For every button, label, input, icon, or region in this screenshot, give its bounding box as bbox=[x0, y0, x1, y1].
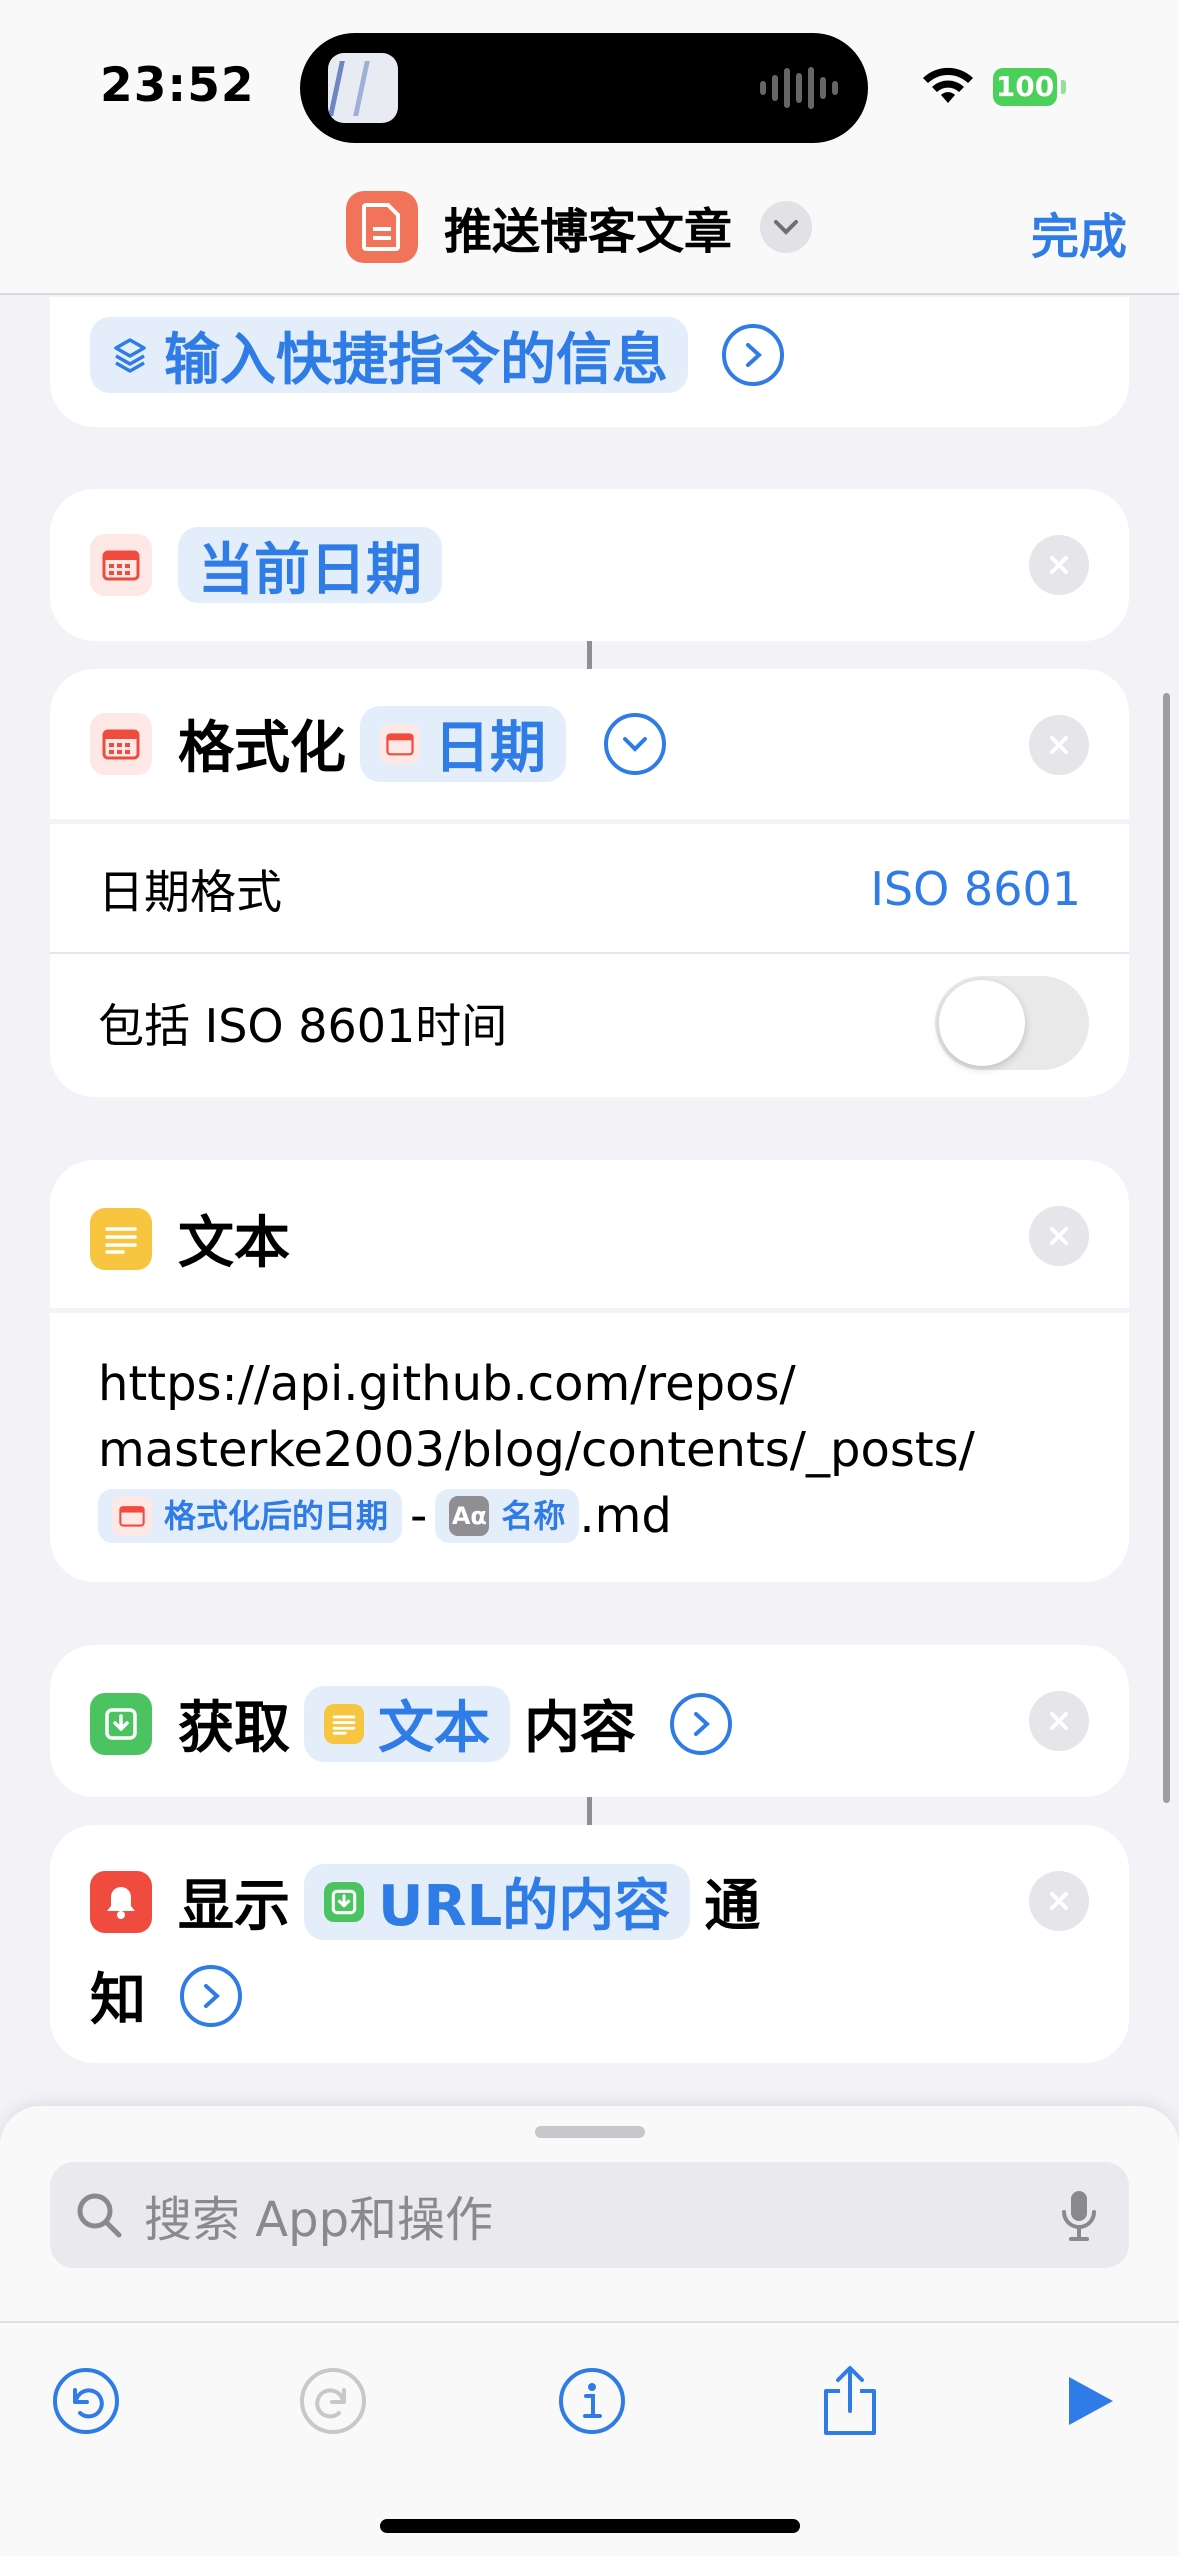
share-icon[interactable] bbox=[810, 2361, 890, 2441]
text-icon bbox=[324, 1703, 364, 1744]
current-date-token[interactable]: 当前日期 bbox=[178, 527, 442, 603]
text-line-3: 格式化后的日期 - Aα 名称 .md bbox=[98, 1483, 1081, 1549]
chevron-right-icon[interactable] bbox=[722, 324, 784, 386]
chevron-down-icon[interactable] bbox=[760, 201, 813, 253]
text-token[interactable]: 文本 bbox=[304, 1685, 510, 1762]
wifi-icon bbox=[923, 67, 973, 103]
text-action-card[interactable]: 文本 https://api.github.com/repos/ masterk… bbox=[50, 1160, 1129, 1582]
done-button[interactable]: 完成 bbox=[1031, 197, 1127, 267]
calendar-icon bbox=[90, 534, 152, 596]
calendar-icon bbox=[380, 723, 420, 764]
remove-action-icon[interactable] bbox=[1029, 1206, 1089, 1266]
download-icon bbox=[324, 1881, 364, 1922]
url-contents-token[interactable]: URL的内容 bbox=[304, 1863, 691, 1940]
notification-noun-part2: 知 bbox=[90, 1968, 146, 2033]
calendar-icon bbox=[112, 1496, 152, 1536]
include-time-row: 包括 ISO 8601时间 bbox=[50, 956, 1129, 1090]
status-time: 23:52 bbox=[100, 58, 255, 113]
navigation-bar: 推送博客文章 完成 bbox=[0, 170, 1179, 295]
remove-action-icon[interactable] bbox=[1029, 1871, 1089, 1931]
format-verb: 格式化 bbox=[178, 716, 346, 781]
get-verb: 获取 bbox=[178, 1696, 290, 1761]
action-list[interactable]: 输入快捷指令的信息 当前日期 格式化 日期 日期格式 ISO 8601 包括 I… bbox=[0, 297, 1179, 2107]
flow-connector bbox=[587, 641, 592, 669]
input-token-label: 输入快捷指令的信息 bbox=[164, 327, 668, 393]
date-format-value[interactable]: ISO 8601 bbox=[870, 862, 1081, 916]
include-time-toggle[interactable] bbox=[935, 976, 1089, 1070]
show-verb: 显示 bbox=[178, 1874, 290, 1939]
text-content-field[interactable]: https://api.github.com/repos/ masterke20… bbox=[50, 1313, 1129, 1549]
play-icon[interactable] bbox=[1050, 2361, 1130, 2441]
text-token-label: 文本 bbox=[378, 1696, 490, 1761]
text-dash: - bbox=[410, 1488, 428, 1544]
shortcut-title: 推送博客文章 bbox=[444, 204, 733, 260]
contents-noun: 内容 bbox=[524, 1696, 636, 1761]
url-contents-label: URL的内容 bbox=[378, 1874, 671, 1939]
date-format-row[interactable]: 日期格式 ISO 8601 bbox=[50, 824, 1129, 954]
name-token[interactable]: Aα 名称 bbox=[435, 1489, 580, 1543]
name-token-label: 名称 bbox=[501, 1497, 566, 1535]
input-token[interactable]: 输入快捷指令的信息 bbox=[90, 317, 688, 393]
remove-action-icon[interactable] bbox=[1029, 715, 1089, 775]
text-suffix: .md bbox=[579, 1488, 672, 1544]
format-date-action-card[interactable]: 格式化 日期 日期格式 ISO 8601 包括 ISO 8601时间 bbox=[50, 669, 1129, 1097]
chevron-right-icon[interactable] bbox=[180, 1964, 242, 2027]
battery-nub bbox=[1061, 80, 1066, 94]
action-search-sheet[interactable]: 搜索 App和操作 bbox=[0, 2106, 1179, 2556]
home-indicator bbox=[380, 2519, 800, 2533]
text-action-title: 文本 bbox=[178, 1211, 290, 1276]
redo-icon bbox=[293, 2361, 373, 2441]
show-notification-action-card[interactable]: 显示 URL的内容 通 知 bbox=[50, 1825, 1129, 2063]
calendar-icon bbox=[90, 712, 152, 775]
layers-icon bbox=[110, 335, 150, 375]
date-token-label: 日期 bbox=[434, 716, 546, 781]
shortcut-title-menu[interactable]: 推送博客文章 bbox=[346, 190, 813, 264]
scrollbar[interactable] bbox=[1163, 693, 1170, 1803]
flow-connector bbox=[587, 1797, 592, 1825]
include-time-label: 包括 ISO 8601时间 bbox=[98, 999, 508, 1053]
mic-icon[interactable] bbox=[1059, 2188, 1099, 2244]
text-line-1: https://api.github.com/repos/ bbox=[98, 1356, 796, 1412]
info-icon[interactable] bbox=[552, 2361, 632, 2441]
chevron-right-icon[interactable] bbox=[670, 1692, 732, 1755]
row-divider bbox=[50, 952, 1129, 954]
undo-icon[interactable] bbox=[46, 2361, 126, 2441]
formatted-date-token[interactable]: 格式化后的日期 bbox=[98, 1489, 403, 1543]
text-icon bbox=[90, 1207, 152, 1270]
dynamic-island[interactable] bbox=[300, 33, 868, 143]
remove-action-icon[interactable] bbox=[1029, 535, 1089, 595]
notification-noun-part1: 通 bbox=[704, 1874, 761, 1939]
get-contents-action-card[interactable]: 获取 文本 内容 bbox=[50, 1645, 1129, 1797]
text-line-2: masterke2003/blog/contents/_posts/ bbox=[98, 1422, 975, 1478]
search-input[interactable]: 搜索 App和操作 bbox=[50, 2162, 1129, 2268]
audio-waveform-icon bbox=[760, 67, 838, 109]
date-token[interactable]: 日期 bbox=[360, 705, 566, 782]
search-placeholder: 搜索 App和操作 bbox=[144, 2192, 494, 2248]
search-icon bbox=[77, 2193, 122, 2238]
battery-indicator: 100 bbox=[993, 68, 1057, 106]
current-date-action-card[interactable]: 当前日期 bbox=[50, 489, 1129, 641]
status-bar: 23:52 100 bbox=[0, 0, 1179, 170]
now-playing-artwork bbox=[328, 53, 398, 123]
remove-action-icon[interactable] bbox=[1029, 1691, 1089, 1751]
formatted-date-label: 格式化后的日期 bbox=[164, 1497, 389, 1535]
text-format-icon: Aα bbox=[449, 1496, 490, 1536]
input-action-card[interactable]: 输入快捷指令的信息 bbox=[50, 297, 1129, 427]
date-format-label: 日期格式 bbox=[98, 865, 282, 919]
chevron-down-circle-icon[interactable] bbox=[604, 712, 666, 775]
bell-icon bbox=[90, 1870, 152, 1933]
download-icon bbox=[90, 1692, 152, 1755]
sheet-grabber[interactable] bbox=[535, 2126, 645, 2138]
document-icon bbox=[346, 191, 418, 263]
